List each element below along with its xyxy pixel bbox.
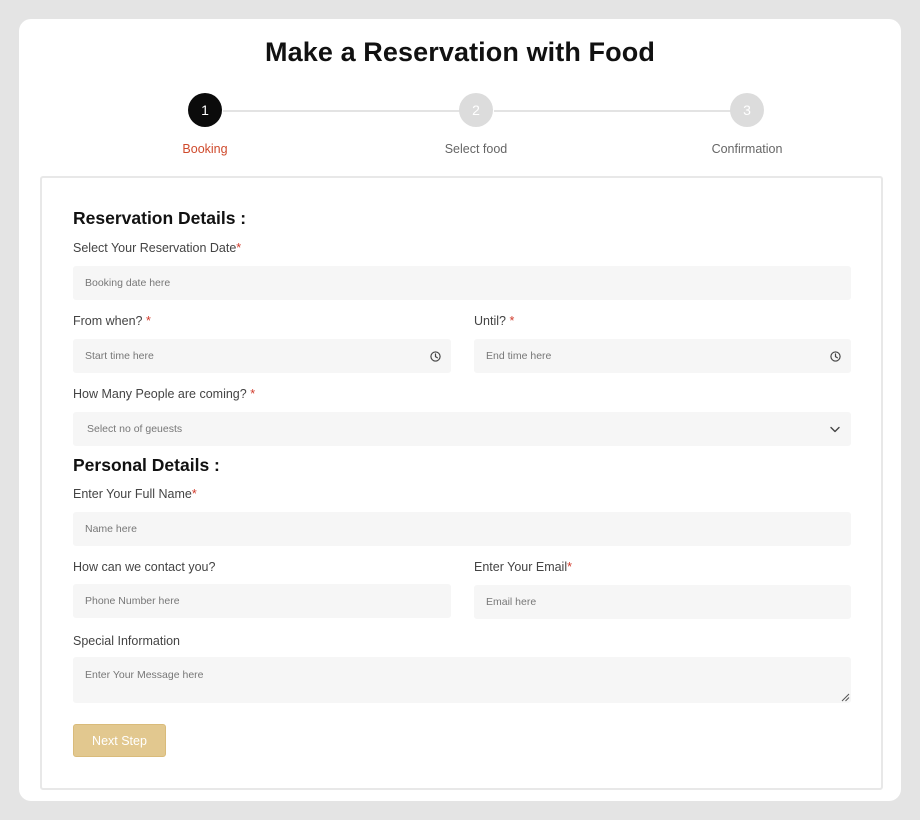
step-confirmation[interactable]: 3 Confirmation — [687, 93, 807, 156]
page-title: Make a Reservation with Food — [265, 37, 655, 67]
step-select-food[interactable]: 2 Select food — [416, 93, 536, 156]
phone-input[interactable]: Phone Number here — [73, 584, 451, 618]
required-mark: * — [567, 560, 572, 574]
step-label: Select food — [444, 142, 508, 156]
reservation-card: Make a Reservation with Food 1 Booking 2… — [19, 19, 901, 801]
step-number: 3 — [730, 93, 764, 127]
required-mark: * — [145, 314, 151, 328]
from-label: From when? * — [73, 314, 151, 328]
guests-label: How Many People are coming? * — [73, 387, 256, 401]
start-time-input[interactable]: Start time here — [73, 339, 451, 373]
until-label: Until? * — [474, 314, 515, 328]
required-mark: * — [236, 241, 242, 255]
end-time-input[interactable]: End time here — [474, 339, 851, 373]
clock-icon[interactable] — [425, 346, 445, 366]
resize-handle-icon[interactable] — [840, 692, 850, 702]
step-booking[interactable]: 1 Booking — [145, 93, 265, 156]
reservation-form: Reservation Details : Select Your Reserv… — [40, 176, 883, 790]
booking-date-input[interactable]: Booking date here — [73, 266, 851, 300]
email-input[interactable]: Email here — [474, 585, 851, 619]
step-label: Confirmation — [711, 142, 783, 156]
required-mark: * — [250, 387, 256, 401]
chevron-down-icon — [825, 419, 845, 439]
guests-select[interactable]: Select no of geuests — [73, 412, 851, 446]
step-number: 1 — [188, 93, 222, 127]
required-mark: * — [191, 487, 197, 501]
full-name-input[interactable]: Name here — [73, 512, 851, 546]
next-step-button[interactable]: Next Step — [73, 724, 166, 757]
personal-details-heading: Personal Details : — [73, 455, 220, 475]
special-info-textarea[interactable]: Enter Your Message here — [73, 657, 851, 703]
reservation-details-heading: Reservation Details : — [73, 208, 247, 228]
required-mark: * — [509, 314, 515, 328]
contact-label: How can we contact you? — [73, 560, 216, 574]
progress-stepper: 1 Booking 2 Select food 3 Confirmation — [19, 93, 901, 156]
clock-icon[interactable] — [825, 346, 845, 366]
step-number: 2 — [459, 93, 493, 127]
special-info-label: Special Information — [73, 634, 181, 648]
full-name-label: Enter Your Full Name* — [73, 487, 197, 501]
step-label: Booking — [182, 142, 228, 156]
email-label: Enter Your Email* — [474, 560, 572, 574]
date-label: Select Your Reservation Date* — [73, 241, 242, 255]
